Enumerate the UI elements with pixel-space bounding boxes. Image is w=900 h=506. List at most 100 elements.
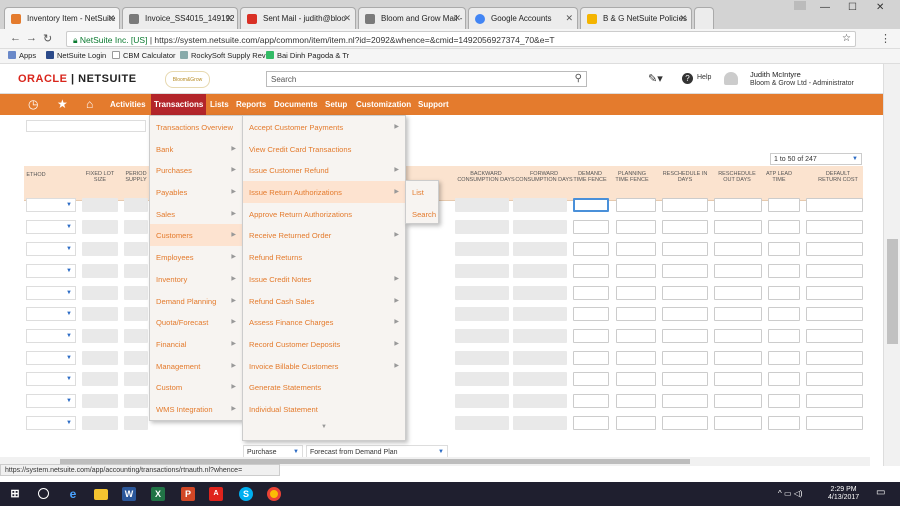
grid-cell[interactable]	[616, 394, 656, 408]
menu-item[interactable]: Invoice Billable Customers ▶	[243, 355, 405, 377]
menu-item[interactable]: Demand Planning ▶	[150, 290, 242, 312]
grid-cell[interactable]	[616, 286, 656, 300]
grid-cell[interactable]	[806, 416, 863, 430]
menu-activities[interactable]: Activities	[110, 100, 146, 109]
grid-cell[interactable]	[82, 416, 118, 430]
grid-cell[interactable]	[662, 351, 708, 365]
menu-item[interactable]: Custom ▶	[150, 376, 242, 398]
cortana-icon[interactable]	[38, 488, 49, 499]
menu-item[interactable]: Inventory ▶	[150, 268, 242, 290]
method-select[interactable]	[26, 242, 76, 256]
grid-cell[interactable]	[768, 351, 800, 365]
menu-item[interactable]: Issue Customer Refund ▶	[243, 159, 405, 181]
vertical-scrollbar[interactable]	[883, 64, 900, 466]
user-avatar-icon[interactable]	[724, 72, 738, 85]
bookmark-rockysoft[interactable]: RockySoft Supply Rev	[180, 51, 266, 60]
help-icon[interactable]: ?	[682, 73, 693, 84]
grid-cell[interactable]	[714, 264, 762, 278]
grid-cell[interactable]	[124, 198, 148, 212]
new-tab-button[interactable]	[694, 7, 714, 29]
grid-cell[interactable]	[806, 394, 863, 408]
grid-cell[interactable]	[806, 242, 863, 256]
menu-item[interactable]: Issue Return Authorizations ▶	[243, 181, 405, 203]
file-explorer-icon[interactable]	[94, 489, 108, 500]
menu-item[interactable]: Issue Credit Notes ▶	[243, 268, 405, 290]
menu-item[interactable]: Customers ▶	[150, 224, 242, 247]
grid-cell[interactable]	[455, 329, 509, 343]
edge-icon[interactable]: e	[66, 487, 80, 501]
tab-invoice[interactable]: Invoice_SS4015_149192 ✕	[122, 7, 238, 29]
grid-cell[interactable]	[573, 416, 609, 430]
bookmark-apps[interactable]: Apps	[8, 51, 36, 60]
grid-cell[interactable]	[768, 220, 800, 234]
chrome-icon[interactable]	[267, 487, 281, 501]
grid-cell[interactable]	[124, 220, 148, 234]
grid-cell[interactable]	[513, 242, 567, 256]
grid-cell[interactable]	[714, 351, 762, 365]
grid-cell[interactable]	[124, 416, 148, 430]
method-select[interactable]	[26, 220, 76, 234]
grid-cell[interactable]	[124, 242, 148, 256]
grid-cell[interactable]	[82, 307, 118, 321]
grid-cell[interactable]	[616, 372, 656, 386]
grid-cell[interactable]	[513, 286, 567, 300]
menu-item[interactable]: Search	[406, 203, 438, 225]
close-tab-icon[interactable]: ✕	[343, 13, 351, 24]
grid-cell[interactable]	[806, 307, 863, 321]
grid-cell[interactable]	[573, 242, 609, 256]
grid-cell[interactable]	[82, 351, 118, 365]
grid-cell[interactable]	[806, 220, 863, 234]
grid-cell[interactable]	[82, 329, 118, 343]
method-select[interactable]	[26, 394, 76, 408]
menu-item[interactable]: View Credit Card Transactions	[243, 138, 405, 160]
tab-bloom-grow-mail[interactable]: Bloom and Grow Mail - ✕	[358, 7, 466, 29]
grid-cell[interactable]	[768, 372, 800, 386]
grid-cell[interactable]	[714, 416, 762, 430]
windows-start-icon[interactable]: ⊞	[8, 487, 22, 501]
star-icon[interactable]: ☆	[842, 33, 851, 44]
bookmark-netsuite-login[interactable]: NetSuite Login	[46, 51, 106, 60]
tab-sent-mail[interactable]: Sent Mail - judith@bloo ✕	[240, 7, 356, 29]
grid-cell[interactable]	[768, 329, 800, 343]
grid-cell[interactable]	[573, 394, 609, 408]
grid-cell[interactable]	[124, 264, 148, 278]
grid-cell[interactable]	[768, 394, 800, 408]
grid-cell[interactable]	[124, 286, 148, 300]
tab-policies[interactable]: B & G NetSuite Policies ✕	[580, 7, 692, 29]
grid-cell[interactable]	[82, 394, 118, 408]
clock[interactable]: 2:29 PM 4/13/2017	[828, 486, 859, 502]
grid-cell[interactable]	[573, 351, 609, 365]
close-tab-icon[interactable]: ✕	[679, 13, 687, 24]
menu-item[interactable]: Transactions Overview	[150, 116, 242, 138]
grid-cell[interactable]	[513, 329, 567, 343]
menu-item[interactable]: Bank ▶	[150, 138, 242, 160]
grid-cell[interactable]	[714, 394, 762, 408]
notifications-icon[interactable]: ▭	[876, 487, 885, 498]
grid-cell[interactable]	[82, 264, 118, 278]
method-select[interactable]	[26, 351, 76, 365]
grid-cell[interactable]	[573, 372, 609, 386]
skype-icon[interactable]: S	[239, 487, 253, 501]
grid-cell[interactable]	[806, 329, 863, 343]
excel-icon[interactable]: X	[151, 487, 165, 501]
grid-cell[interactable]	[616, 307, 656, 321]
menu-item[interactable]: Generate Statements	[243, 376, 405, 398]
grid-cell[interactable]	[573, 220, 609, 234]
menu-lists[interactable]: Lists	[210, 100, 229, 109]
grid-cell[interactable]	[124, 351, 148, 365]
menu-reports[interactable]: Reports	[236, 100, 266, 109]
menu-item[interactable]: WMS Integration ▶	[150, 398, 242, 420]
close-window-icon[interactable]: ✕	[876, 2, 884, 13]
close-tab-icon[interactable]: ✕	[225, 13, 233, 24]
grid-cell[interactable]	[714, 307, 762, 321]
grid-cell[interactable]	[513, 416, 567, 430]
search-icon[interactable]: ⚲	[575, 73, 582, 84]
grid-cell[interactable]	[455, 372, 509, 386]
close-tab-icon[interactable]: ✕	[107, 13, 115, 24]
menu-item[interactable]: Individual Statement	[243, 398, 405, 420]
global-search-input[interactable]: Search ⚲	[266, 71, 587, 87]
tab-google-accounts[interactable]: Google Accounts ✕	[468, 7, 578, 29]
grid-cell[interactable]	[455, 416, 509, 430]
grid-cell[interactable]	[662, 264, 708, 278]
grid-cell[interactable]	[616, 242, 656, 256]
